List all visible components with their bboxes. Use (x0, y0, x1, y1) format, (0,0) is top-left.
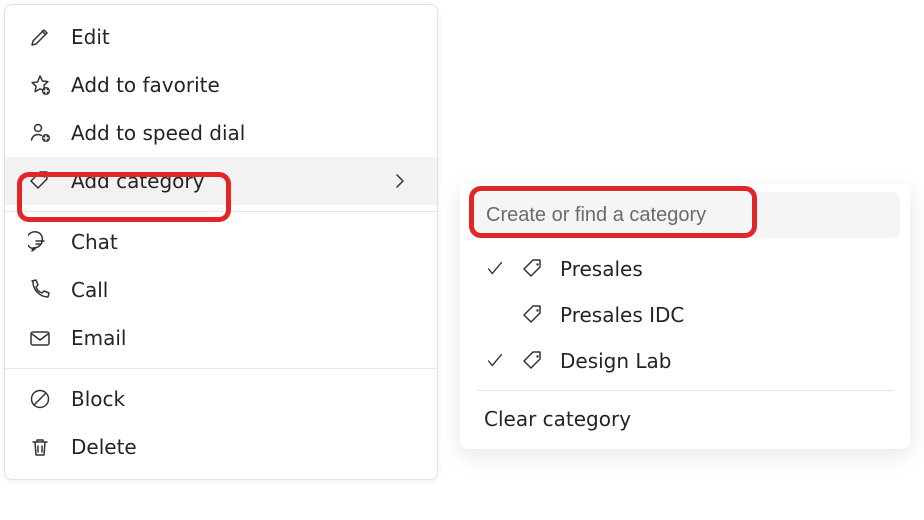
menu-item-block[interactable]: Block (5, 375, 437, 423)
tag-icon (520, 256, 546, 282)
category-search-input[interactable] (470, 192, 900, 238)
menu-item-call[interactable]: Call (5, 266, 437, 314)
menu-item-email[interactable]: Email (5, 314, 437, 362)
menu-item-label: Call (71, 278, 108, 302)
category-item-design-lab[interactable]: Design Lab (466, 338, 904, 384)
menu-item-label: Add to speed dial (71, 121, 245, 145)
trash-icon (27, 434, 53, 460)
tag-icon (520, 302, 546, 328)
menu-item-add-favorite[interactable]: Add to favorite (5, 61, 437, 109)
menu-item-edit[interactable]: Edit (5, 13, 437, 61)
edit-icon (27, 24, 53, 50)
tag-icon (520, 348, 546, 374)
block-icon (27, 386, 53, 412)
chevron-right-icon (387, 168, 413, 194)
star-add-icon (27, 72, 53, 98)
category-item-presales[interactable]: Presales (466, 246, 904, 292)
context-menu: Edit Add to favorite Add to speed dial (4, 4, 438, 480)
checkmark-placeholder (484, 304, 506, 326)
category-label: Presales IDC (560, 303, 684, 327)
menu-item-add-category[interactable]: Add category (5, 157, 437, 205)
menu-item-label: Email (71, 326, 127, 350)
menu-item-delete[interactable]: Delete (5, 423, 437, 471)
mail-icon (27, 325, 53, 351)
menu-item-label: Edit (71, 25, 110, 49)
clear-category-label: Clear category (484, 407, 631, 431)
clear-category-button[interactable]: Clear category (466, 397, 904, 443)
person-add-icon (27, 120, 53, 146)
menu-divider (5, 368, 437, 369)
menu-item-label: Chat (71, 230, 118, 254)
category-item-presales-idc[interactable]: Presales IDC (466, 292, 904, 338)
menu-item-add-speed-dial[interactable]: Add to speed dial (5, 109, 437, 157)
checkmark-icon (484, 258, 506, 280)
submenu-divider (476, 390, 894, 391)
menu-item-label: Delete (71, 435, 137, 459)
category-label: Design Lab (560, 349, 672, 373)
category-label: Presales (560, 257, 643, 281)
category-submenu: Presales Presales IDC Design Lab Clear c… (460, 184, 910, 449)
menu-divider (5, 211, 437, 212)
menu-item-label: Add category (71, 169, 204, 193)
tag-icon (27, 168, 53, 194)
phone-icon (27, 277, 53, 303)
menu-item-label: Block (71, 387, 125, 411)
chat-icon (27, 229, 53, 255)
menu-item-chat[interactable]: Chat (5, 218, 437, 266)
category-search-wrap (470, 192, 900, 238)
checkmark-icon (484, 350, 506, 372)
menu-item-label: Add to favorite (71, 73, 220, 97)
